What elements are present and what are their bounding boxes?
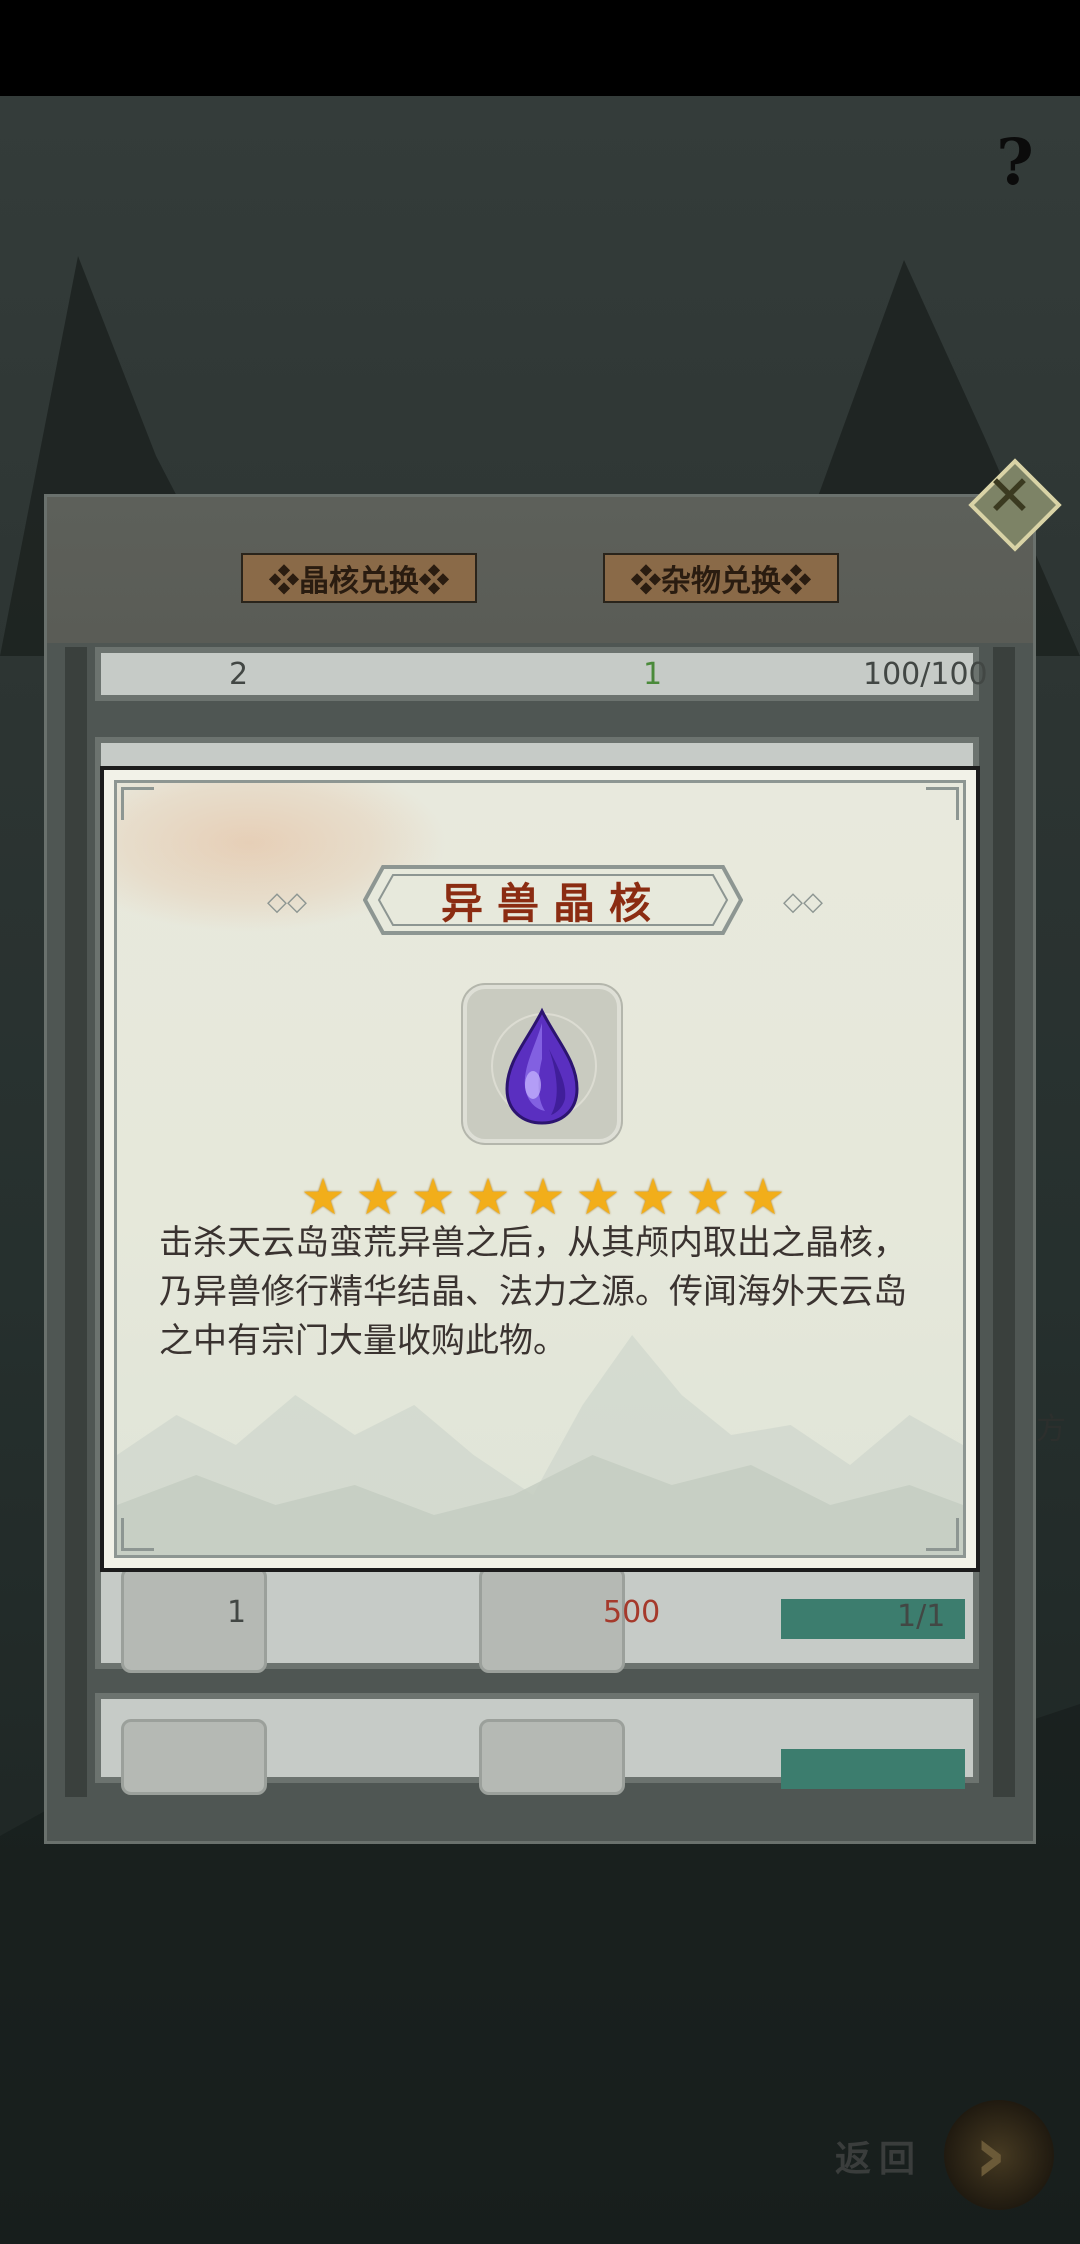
item-icon-frame	[463, 985, 621, 1143]
back-button[interactable]: ›	[944, 2100, 1054, 2210]
exchange-button[interactable]	[781, 1749, 965, 1789]
star-icon: ★	[300, 1168, 346, 1226]
row-center-count: 1	[643, 657, 663, 692]
star-icon: ★	[410, 1168, 456, 1226]
star-icon: ★	[465, 1168, 511, 1226]
row-left-count: 1	[227, 1595, 247, 1630]
exchange-row-3	[95, 1693, 979, 1795]
purple-crystal-icon	[505, 1007, 579, 1125]
item-description: 击杀天云岛蛮荒异兽之后，从其颅内取出之晶核，乃异兽修行精华结晶、法力之源。传闻海…	[159, 1223, 907, 1361]
star-icon: ★	[740, 1168, 786, 1226]
tab-crystal-exchange[interactable]: ❖晶核兑换❖	[241, 553, 477, 603]
exchange-row-1: 2 1 100/100	[95, 647, 988, 701]
close-button[interactable]: ✕	[968, 458, 1062, 552]
side-label: 方	[1036, 1412, 1066, 1447]
panel-pillar-left	[65, 647, 87, 1797]
item-detail-dialog: ◇◇ ◇◇ 异兽晶核 ★ ★ ★ ★ ★ ★ ★ ★ ★ 击杀天云岛蛮荒异兽之后，从其颅内取出之…	[100, 766, 980, 1572]
dialog-body: ◇◇ ◇◇ 异兽晶核 ★ ★ ★ ★ ★ ★ ★ ★ ★ 击杀天云岛蛮荒异兽之后，从其颅内取出之…	[114, 780, 966, 1558]
status-bar	[0, 0, 1080, 96]
panel-header: ❖晶核兑换❖ ❖杂物兑换❖	[47, 497, 1033, 643]
row-left-count: 2	[229, 657, 249, 692]
item-title: 异兽晶核	[440, 878, 665, 928]
tab-misc-exchange[interactable]: ❖杂物兑换❖	[603, 553, 839, 603]
star-rating: ★ ★ ★ ★ ★ ★ ★ ★ ★	[297, 1171, 797, 1223]
row-cost-value: 500	[603, 1595, 661, 1630]
item-title-plate: 异兽晶核	[363, 865, 743, 935]
star-icon: ★	[520, 1168, 566, 1226]
panel-pillar-right	[993, 647, 1015, 1797]
star-icon: ★	[630, 1168, 676, 1226]
question-icon: ?	[996, 124, 1034, 200]
star-icon: ★	[575, 1168, 621, 1226]
row-cost-slot	[479, 1719, 625, 1795]
row-limit: 100/100	[863, 657, 988, 692]
star-icon: ★	[355, 1168, 401, 1226]
star-icon: ★	[685, 1168, 731, 1226]
ornament-left-icon: ◇◇	[267, 887, 307, 917]
row-item-slot[interactable]	[121, 1719, 267, 1795]
back-label[interactable]: 返回	[835, 2130, 923, 2182]
ornament-right-icon: ◇◇	[783, 887, 823, 917]
row-limit: 1/1	[897, 1599, 946, 1634]
help-button[interactable]: ?	[975, 122, 1055, 202]
arrow-right-icon: ›	[974, 2108, 1007, 2201]
